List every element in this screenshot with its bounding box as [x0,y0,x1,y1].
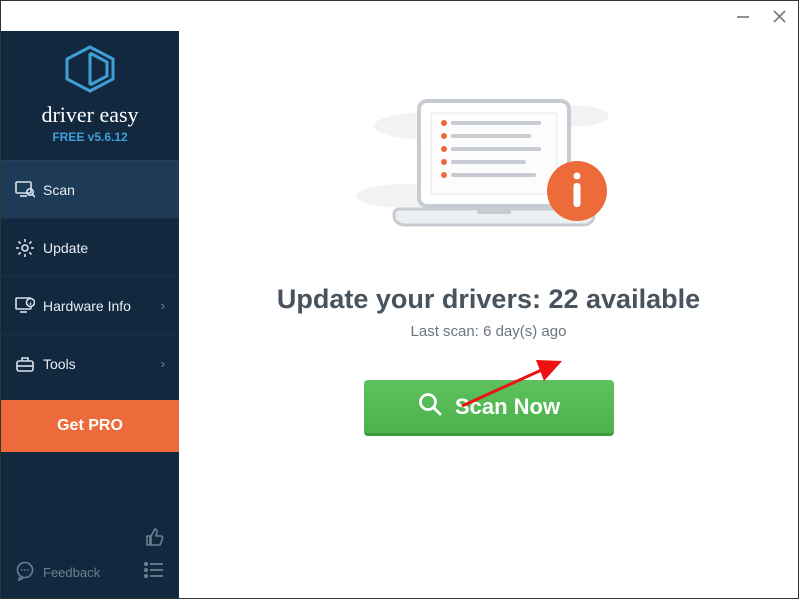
sidebar-item-label: Tools [43,356,161,372]
sidebar-item-label: Scan [43,182,165,198]
annotation-arrow-icon [454,356,564,416]
get-pro-label: Get PRO [57,417,123,435]
chevron-right-icon: › [161,298,165,313]
minimize-button[interactable] [732,5,754,27]
chevron-right-icon: › [161,356,165,371]
list-icon[interactable] [143,561,165,584]
headline-count: 22 [548,284,578,314]
title-bar [1,1,798,31]
close-button[interactable] [768,5,790,27]
search-icon [417,391,443,423]
headline: Update your drivers: 22 available [277,284,700,315]
headline-prefix: Update your drivers: [277,284,549,314]
sidebar-item-label: Update [43,240,165,256]
sidebar-item-hardware-info[interactable]: Hardware Info › [1,276,179,334]
feedback-button[interactable]: Feedback [15,561,100,584]
sidebar: driver easy FREE v5.6.12 Scan Update [1,31,179,598]
main-panel: Update your drivers: 22 available Last s… [179,31,798,598]
sidebar-item-update[interactable]: Update [1,218,179,276]
thumbs-up-icon[interactable] [143,526,165,553]
sidebar-footer: Feedback [1,516,179,598]
sidebar-item-tools[interactable]: Tools › [1,334,179,392]
laptop-illustration [339,81,639,256]
monitor-info-icon [15,297,43,315]
headline-suffix: available [579,284,701,314]
app-logo-icon [63,45,117,93]
sidebar-item-scan[interactable]: Scan [1,160,179,218]
gear-icon [15,238,43,258]
chat-icon [15,561,35,584]
last-scan-text: Last scan: 6 day(s) ago [411,323,567,340]
monitor-search-icon [15,181,43,199]
version-label: FREE v5.6.12 [1,130,179,144]
nav: Scan Update Hardware Info › Tools [1,160,179,392]
brand-name: driver easy [1,102,179,128]
logo-block: driver easy FREE v5.6.12 [1,31,179,160]
toolbox-icon [15,355,43,373]
feedback-label: Feedback [43,565,100,580]
sidebar-item-label: Hardware Info [43,298,161,314]
get-pro-button[interactable]: Get PRO [1,400,179,452]
